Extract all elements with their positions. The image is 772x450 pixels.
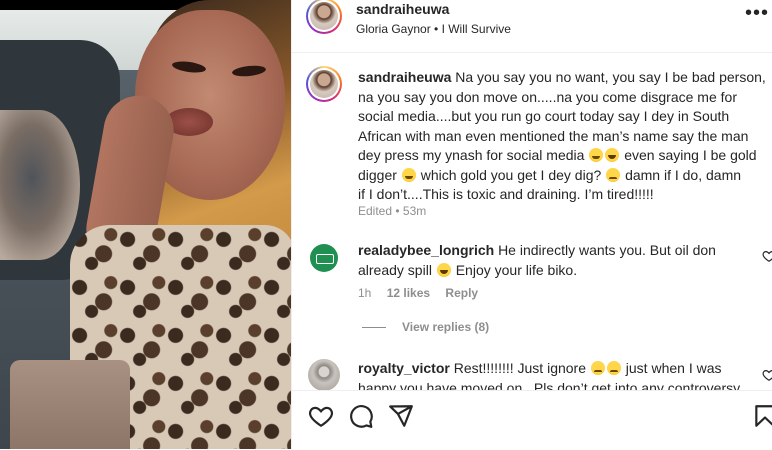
comment-likes[interactable]: 12 likes <box>387 286 430 300</box>
caption-line: African with man even mentioned the man’… <box>358 127 749 144</box>
emoji-icon <box>436 262 451 277</box>
caption-line: Na you say you no want, you say I be bad… <box>455 69 766 85</box>
share-icon[interactable] <box>388 403 414 429</box>
comments-list: sandraiheuwa Na you say you no want, you… <box>292 52 772 390</box>
emoji-icon <box>589 148 604 162</box>
comment-body: already spill <box>358 261 432 278</box>
caption-meta: Edited • 53m <box>358 204 427 218</box>
caption-line: dey press my ynash for social media <box>358 147 585 163</box>
comment-body: Enjoy your life biko. <box>455 261 578 278</box>
more-icon[interactable]: ••• <box>745 3 769 26</box>
logo-icon <box>316 254 334 264</box>
comment-text: royalty_victor Rest!!!!!!!! Just ignore … <box>358 359 768 390</box>
comment-icon[interactable] <box>348 403 374 429</box>
comment-username[interactable]: realadybee_longrich <box>358 242 494 258</box>
caption-line: digger <box>358 166 397 183</box>
caption-line: even saying I be gold <box>624 147 757 163</box>
emoji-icon <box>606 167 621 182</box>
comment-time: 1h <box>358 286 372 300</box>
caption-line: if I don’t....This is toxic and draining… <box>358 186 654 202</box>
heart-icon[interactable] <box>308 403 334 429</box>
heart-icon[interactable] <box>762 368 772 382</box>
caption-line: which gold you get I dey dig? <box>420 166 602 183</box>
comment-meta: 1h 12 likes Reply <box>358 286 478 300</box>
post-header: sandraiheuwa Gloria Gaynor • I Will Surv… <box>292 0 772 53</box>
post-photo[interactable] <box>0 0 291 449</box>
heart-icon[interactable] <box>762 249 772 263</box>
comment-avatar[interactable] <box>308 359 340 390</box>
emoji-icon <box>590 361 605 375</box>
caption-line: na you say you don move on.....na you co… <box>358 88 737 105</box>
avatar-picture <box>310 70 338 98</box>
post-actions <box>292 390 772 450</box>
comment-body: just when I was <box>625 360 722 376</box>
caption-avatar[interactable] <box>306 66 342 102</box>
bookmark-icon[interactable] <box>752 403 772 429</box>
view-replies-button[interactable]: View replies (8) <box>362 320 489 334</box>
photo-handbag <box>10 360 130 449</box>
comment-body: He indirectly wants you. But oil don <box>498 242 716 258</box>
caption-line: damn if I do, damn <box>625 166 742 183</box>
comment-body: happy you have moved on . Pls don’t get … <box>358 379 741 391</box>
emoji-icon <box>401 167 416 182</box>
comment-text: realadybee_longrich He indirectly wants … <box>358 241 748 280</box>
caption-username[interactable]: sandraiheuwa <box>358 69 451 85</box>
emoji-icon <box>606 361 621 375</box>
comment-username[interactable]: royalty_victor <box>358 360 450 376</box>
emoji-icon <box>605 148 620 162</box>
photo-tattooed-arm <box>0 110 80 260</box>
post-side-panel: sandraiheuwa Gloria Gaynor • I Will Surv… <box>291 0 772 449</box>
audio-track[interactable]: Gloria Gaynor • I Will Survive <box>356 22 511 36</box>
comment-avatar[interactable] <box>310 244 338 272</box>
caption-text: sandraiheuwa Na you say you no want, you… <box>358 68 768 205</box>
reply-button[interactable]: Reply <box>445 286 478 300</box>
post-username[interactable]: sandraiheuwa <box>356 1 449 17</box>
avatar-picture <box>310 2 338 30</box>
comment-body: Rest!!!!!!!! Just ignore <box>453 360 586 376</box>
caption-line: social media....but you run go court tod… <box>358 108 730 124</box>
avatar[interactable] <box>306 0 342 34</box>
